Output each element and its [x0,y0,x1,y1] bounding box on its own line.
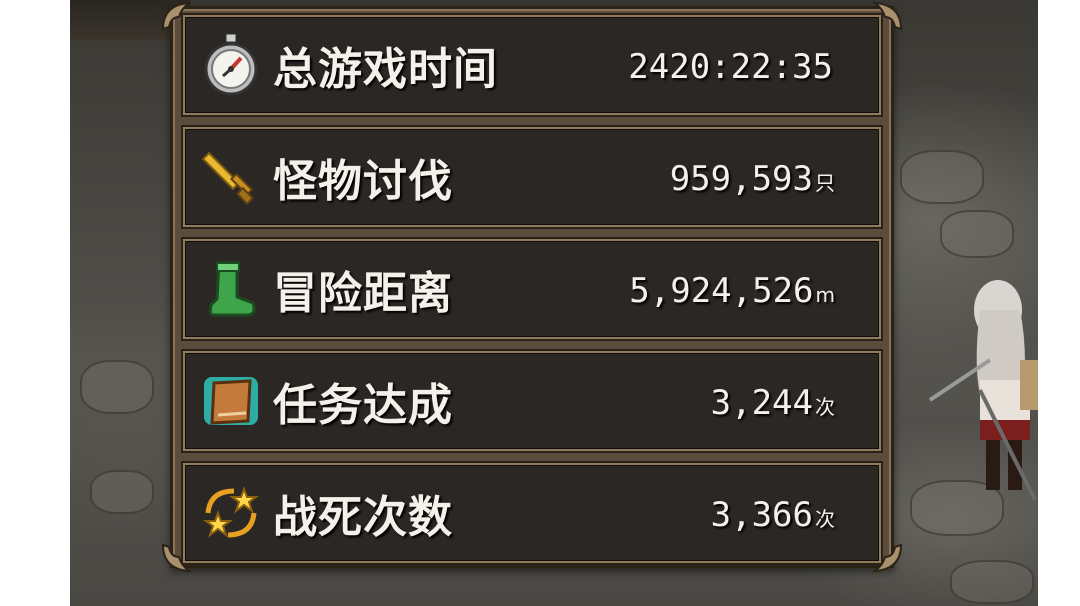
stat-number: 2420:22:35 [628,47,833,87]
frame-corner-top-right [871,1,903,31]
stat-number: 5,924,526 [629,271,814,311]
boot-icon [199,257,263,321]
stars-icon [199,481,263,545]
stat-label: 总游戏时间 [273,44,498,95]
stat-unit: m [815,283,835,307]
stat-label: 任务达成 [273,380,453,431]
sword-icon [199,145,263,209]
stat-unit: 只 [815,171,835,195]
book-icon [199,369,263,433]
stat-row-distance: 冒险距离 5,924,526 m [183,239,881,339]
frame-corner-bottom-right [871,543,903,573]
stat-label: 冒险距离 [273,268,453,319]
stat-row-quests: 任务达成 3,244 次 [183,351,881,451]
frame-corner-bottom-left [161,543,193,573]
stat-number: 959,593 [669,159,813,199]
stat-row-playtime: 总游戏时间 2420:22:35 [183,15,881,115]
stat-value: 959,593 只 [670,159,835,199]
stat-value: 3,366 次 [711,495,835,535]
stat-value: 5,924,526 m [629,271,835,311]
stats-panel: 总游戏时间 2420:22:35 怪物讨伐 959,593 只 冒险距离 5,9… [161,1,903,573]
frame-corner-top-left [161,1,193,31]
stat-unit: 次 [815,395,835,419]
stat-number: 3,244 [710,383,813,423]
stat-value: 2420:22:35 [628,47,835,87]
stopwatch-icon [199,33,263,97]
stat-label: 战死次数 [273,492,453,543]
player-character [928,280,1038,501]
stat-number: 3,366 [710,495,813,535]
stat-row-deaths: 战死次数 3,366 次 [183,463,881,563]
stat-value: 3,244 次 [711,383,835,423]
stat-row-monster-kills: 怪物讨伐 959,593 只 [183,127,881,227]
stat-unit: 次 [815,507,835,531]
stat-label: 怪物讨伐 [273,156,453,207]
